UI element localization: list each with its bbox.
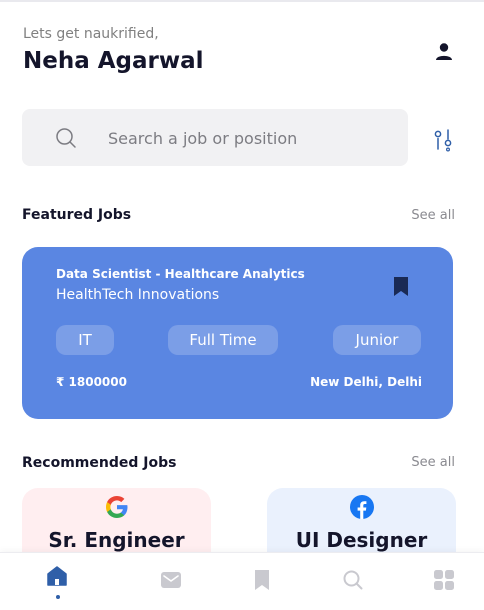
search-icon	[56, 128, 76, 148]
grid-icon	[434, 570, 454, 590]
filter-icon[interactable]	[430, 128, 456, 154]
nav-messages[interactable]	[158, 567, 184, 593]
job-salary: ₹ 1800000	[56, 375, 127, 389]
bookmark-icon[interactable]	[392, 276, 410, 298]
bottom-navigation	[0, 552, 484, 610]
home-icon	[47, 566, 67, 586]
user-name: Neha Agarwal	[23, 48, 204, 74]
search-icon	[343, 570, 363, 590]
greeting-text: Lets get naukrified,	[23, 26, 159, 42]
featured-jobs-title: Featured Jobs	[22, 207, 132, 223]
nav-search[interactable]	[340, 567, 366, 593]
nav-saved[interactable]	[249, 567, 275, 593]
featured-job-card[interactable]: Data Scientist - Healthcare Analytics He…	[22, 247, 453, 419]
job-title: Data Scientist - Healthcare Analytics	[56, 267, 305, 281]
recommended-job-role: Sr. Engineer	[48, 528, 185, 552]
featured-see-all-link[interactable]: See all	[411, 208, 455, 223]
bookmark-icon	[255, 570, 269, 590]
nav-home[interactable]	[44, 563, 70, 599]
recommended-see-all-link[interactable]: See all	[411, 455, 455, 470]
search-bar[interactable]	[22, 109, 408, 166]
google-logo-icon	[105, 496, 127, 518]
active-indicator	[56, 595, 60, 599]
top-divider	[0, 0, 484, 2]
recommended-job-role: UI Designer	[295, 528, 428, 552]
job-location: New Delhi, Delhi	[310, 375, 422, 389]
person-icon	[436, 43, 452, 60]
job-tag-category: IT	[56, 325, 114, 355]
search-input[interactable]	[108, 126, 388, 150]
job-tag-type: Full Time	[168, 325, 278, 355]
recommended-jobs-title: Recommended Jobs	[22, 455, 177, 471]
profile-button[interactable]	[430, 38, 458, 66]
company-name: HealthTech Innovations	[56, 287, 220, 303]
job-tag-level: Junior	[333, 325, 421, 355]
facebook-logo-icon	[349, 495, 374, 519]
nav-more[interactable]	[431, 567, 457, 593]
mail-icon	[161, 572, 181, 588]
